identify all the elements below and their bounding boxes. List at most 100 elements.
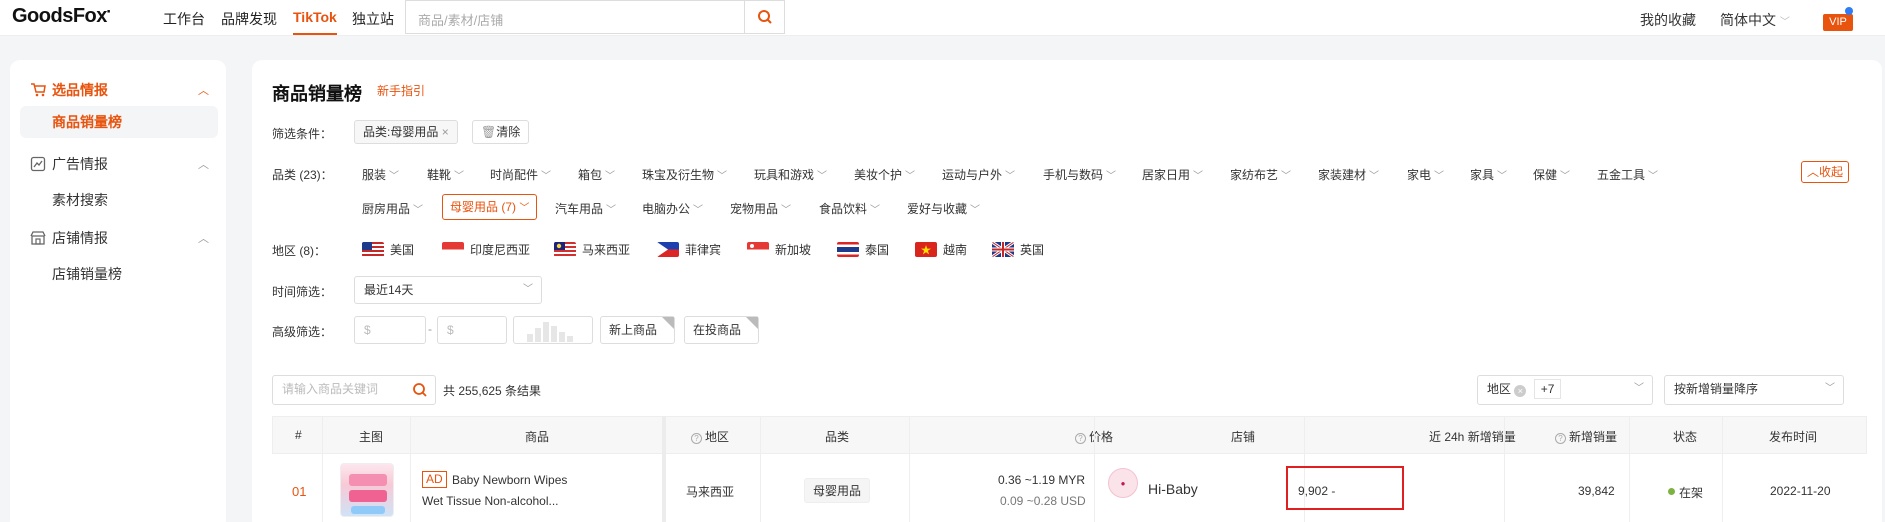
- category-label: 运动与户外: [942, 168, 1003, 182]
- logo[interactable]: GoodsFox▪: [12, 5, 110, 28]
- sidebar-group-product-intel[interactable]: 选品情报: [30, 80, 108, 100]
- sales-range-slider[interactable]: [513, 316, 593, 344]
- category-item[interactable]: 爱好与收藏 ﹀: [907, 200, 980, 217]
- filter-chip-label: 品类:母婴用品: [363, 125, 439, 139]
- category-item[interactable]: 时尚配件 ﹀: [490, 166, 551, 183]
- product-thumbnail[interactable]: [340, 463, 394, 517]
- region-item-us[interactable]: 美国: [362, 241, 414, 258]
- nav-brand-discovery[interactable]: 品牌发现: [221, 9, 277, 29]
- category-item[interactable]: 汽车用品 ﹀: [555, 200, 616, 217]
- chevron-down-icon: ﹀: [541, 171, 552, 182]
- region-item-th[interactable]: 泰国: [837, 241, 889, 258]
- nav-workbench[interactable]: 工作台: [163, 9, 205, 29]
- category-item[interactable]: 运动与户外 ﹀: [942, 166, 1015, 183]
- check-corner-icon: [662, 317, 674, 329]
- chevron-down-icon: ﹀: [1434, 171, 1445, 182]
- close-icon[interactable]: ×: [442, 125, 449, 139]
- global-search-input[interactable]: 商品/素材/店铺: [418, 10, 503, 29]
- category-item[interactable]: 玩具和游戏 ﹀: [754, 166, 827, 183]
- sidebar-group-ad-intel[interactable]: 广告情报: [30, 154, 108, 174]
- global-search-button[interactable]: [744, 1, 784, 33]
- category-item[interactable]: 家装建材 ﹀: [1318, 166, 1379, 183]
- col-image: 主图: [359, 430, 384, 444]
- filter-chip-category[interactable]: 品类:母婴用品 ×: [354, 120, 458, 144]
- category-item[interactable]: 服装 ﹀: [362, 166, 399, 183]
- category-item[interactable]: 宠物用品 ﹀: [730, 200, 791, 217]
- chevron-down-icon: ﹀: [870, 205, 881, 216]
- category-item[interactable]: 珠宝及衍生物 ﹀: [642, 166, 727, 183]
- clear-filters-button[interactable]: 🗑清除: [472, 120, 530, 144]
- category-item[interactable]: 电脑办公 ﹀: [642, 200, 703, 217]
- category-item[interactable]: 保健 ﹀: [1533, 166, 1570, 183]
- nav-independent-site[interactable]: 独立站: [352, 9, 394, 29]
- nav-tiktok[interactable]: TikTok: [293, 9, 337, 35]
- region-item-id[interactable]: 印度尼西亚: [442, 241, 530, 258]
- region-item-uk[interactable]: 英国: [992, 241, 1044, 258]
- region-item-vn[interactable]: 越南: [915, 241, 967, 258]
- status-dot: [1668, 488, 1675, 495]
- search-icon: [758, 10, 772, 24]
- sort-select[interactable]: 按新增销量降序 ﹀: [1664, 375, 1844, 405]
- collapse-label: 收起: [1819, 165, 1844, 179]
- question-icon: ?: [691, 433, 702, 444]
- category-item[interactable]: 家纺布艺 ﹀: [1230, 166, 1291, 183]
- new-products-toggle[interactable]: 新上商品: [600, 316, 675, 344]
- collapse-button[interactable]: ︿收起: [1801, 161, 1850, 183]
- region-value: 马来西亚: [686, 485, 735, 499]
- category-item[interactable]: 鞋靴 ﹀: [427, 166, 464, 183]
- main-panel: 商品销量榜 新手指引 筛选条件： 品类:母婴用品 × 🗑清除 品类 (23)： …: [252, 60, 1882, 522]
- language-select[interactable]: 简体中文 ﹀: [1720, 10, 1790, 30]
- product-title[interactable]: Baby Newborn Wipes: [452, 473, 567, 487]
- close-icon[interactable]: ×: [1514, 385, 1527, 397]
- chevron-up-icon[interactable]: ︿: [198, 82, 209, 98]
- search-icon[interactable]: [411, 381, 429, 399]
- region-item-sg[interactable]: 新加坡: [747, 241, 811, 258]
- sidebar-group-store-intel[interactable]: 店铺情报: [30, 228, 108, 248]
- col-region[interactable]: ? 地区: [691, 428, 729, 445]
- region-item-ph[interactable]: 菲律宾: [657, 241, 721, 258]
- column-divider: [322, 416, 323, 522]
- category-item[interactable]: 手机与数码 ﹀: [1043, 166, 1116, 183]
- chevron-down-icon: ﹀: [1825, 383, 1835, 394]
- store-name[interactable]: Hi-Baby: [1148, 481, 1198, 497]
- vip-badge[interactable]: VIP: [1823, 14, 1853, 31]
- column-divider: [1094, 416, 1095, 522]
- favorites-link[interactable]: 我的收藏: [1640, 10, 1696, 30]
- keyword-search-input[interactable]: 请输入商品关键词: [272, 375, 436, 405]
- region-name: 印度尼西亚: [470, 243, 531, 257]
- col-product: 商品: [525, 430, 550, 444]
- col-status: 状态: [1673, 430, 1698, 444]
- category-label: 玩具和游戏: [754, 168, 815, 182]
- chevron-down-icon: ﹀: [1193, 171, 1204, 182]
- col-new-sales[interactable]: ? 新增销量: [1555, 428, 1617, 445]
- store-avatar-mark: ●: [1120, 479, 1126, 488]
- chevron-up-icon[interactable]: ︿: [198, 230, 209, 246]
- active-ads-toggle[interactable]: 在投商品: [684, 316, 759, 344]
- region-item-my[interactable]: 马来西亚: [554, 241, 630, 258]
- sidebar-item-store-ranking[interactable]: 店铺销量榜: [52, 264, 122, 284]
- col-publish-date[interactable]: 发布时间: [1769, 428, 1817, 445]
- category-item[interactable]: 箱包 ﹀: [578, 166, 615, 183]
- category-item[interactable]: 食品饮料 ﹀: [819, 200, 880, 217]
- ad-badge: AD: [422, 471, 447, 488]
- category-item[interactable]: 家电 ﹀: [1407, 166, 1444, 183]
- category-item[interactable]: 五金工具 ﹀: [1597, 166, 1658, 183]
- indonesia-flag-icon: [442, 242, 464, 257]
- chevron-up-icon[interactable]: ︿: [198, 156, 209, 172]
- price-min-input[interactable]: $: [354, 316, 426, 344]
- category-item[interactable]: 美妆个护 ﹀: [854, 166, 915, 183]
- category-item[interactable]: 家具 ﹀: [1470, 166, 1507, 183]
- price-max-input[interactable]: $: [437, 316, 507, 344]
- region-multiselect[interactable]: 地区 × +7 ﹀: [1477, 375, 1653, 405]
- store-avatar[interactable]: ●: [1108, 468, 1138, 498]
- col-sales-24h[interactable]: 近 24h 新增销量: [1429, 428, 1516, 445]
- sidebar-item-sales-ranking[interactable]: 商品销量榜: [20, 106, 218, 138]
- time-filter-select[interactable]: 最近14天 ﹀: [354, 276, 542, 304]
- category-item[interactable]: 居家日用 ﹀: [1142, 166, 1203, 183]
- beginner-guide-link[interactable]: 新手指引: [377, 82, 425, 99]
- sidebar-item-creative-search[interactable]: 素材搜索: [52, 190, 108, 210]
- result-count: 共 255,625 条结果: [443, 384, 542, 398]
- category-item[interactable]: 厨房用品 ﹀: [362, 200, 423, 217]
- product-title-line2[interactable]: Wet Tissue Non-alcohol...: [422, 494, 559, 508]
- category-item-selected[interactable]: 母婴用品 (7) ﹀: [442, 194, 538, 220]
